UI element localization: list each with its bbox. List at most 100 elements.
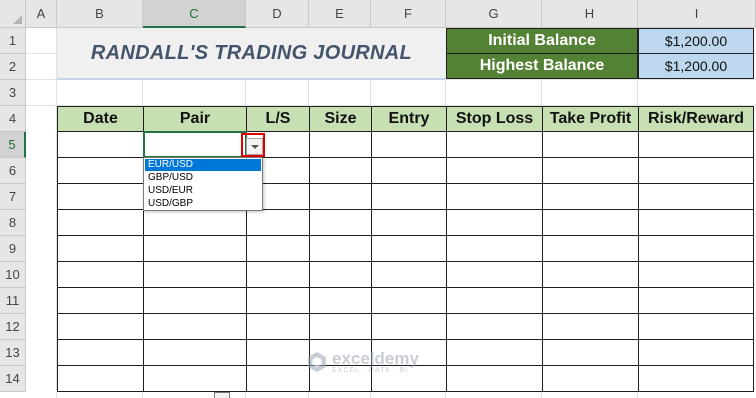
header-risk-reward[interactable]: Risk/Reward bbox=[638, 106, 754, 132]
header-stop-loss[interactable]: Stop Loss bbox=[446, 106, 543, 132]
cell-size[interactable] bbox=[309, 131, 372, 158]
cell-date[interactable] bbox=[57, 209, 144, 236]
row-header-11[interactable]: 11 bbox=[0, 288, 26, 314]
cell-pair[interactable] bbox=[143, 313, 247, 340]
initial-balance-value[interactable]: $1,200.00 bbox=[638, 28, 754, 54]
row-header-3[interactable]: 3 bbox=[0, 80, 26, 106]
cell-long-short[interactable] bbox=[246, 287, 310, 314]
cell-date[interactable] bbox=[57, 157, 144, 184]
cell-stop-loss[interactable] bbox=[446, 183, 543, 210]
row-header-9[interactable]: 9 bbox=[0, 236, 26, 262]
cell-stop-loss[interactable] bbox=[446, 365, 543, 392]
cell-long-short[interactable] bbox=[246, 235, 310, 262]
cell-date[interactable] bbox=[57, 183, 144, 210]
cell-entry[interactable] bbox=[371, 131, 447, 158]
row-header-4[interactable]: 4 bbox=[0, 106, 26, 132]
column-header-a[interactable]: A bbox=[26, 0, 57, 28]
cell-entry[interactable] bbox=[371, 235, 447, 262]
cell-take-profit[interactable] bbox=[542, 157, 639, 184]
cell-date[interactable] bbox=[57, 287, 144, 314]
cell-long-short[interactable] bbox=[246, 261, 310, 288]
cell-size[interactable] bbox=[309, 287, 372, 314]
cell-long-short[interactable] bbox=[246, 339, 310, 366]
header-long-short[interactable]: L/S bbox=[246, 106, 310, 132]
cell-stop-loss[interactable] bbox=[446, 157, 543, 184]
column-header-f[interactable]: F bbox=[371, 0, 446, 28]
row-header-13[interactable]: 13 bbox=[0, 340, 26, 366]
cell-pair[interactable] bbox=[143, 365, 247, 392]
cell-risk-reward[interactable] bbox=[638, 157, 754, 184]
cell-risk-reward[interactable] bbox=[638, 339, 754, 366]
cell-size[interactable] bbox=[309, 183, 372, 210]
cell-date[interactable] bbox=[57, 339, 144, 366]
cell-take-profit[interactable] bbox=[542, 365, 639, 392]
cell-pair[interactable] bbox=[143, 209, 247, 236]
header-take-profit[interactable]: Take Profit bbox=[542, 106, 639, 132]
cell-risk-reward[interactable] bbox=[638, 365, 754, 392]
column-header-d[interactable]: D bbox=[246, 0, 309, 28]
cell-stop-loss[interactable] bbox=[446, 131, 543, 158]
cell-entry[interactable] bbox=[371, 183, 447, 210]
highest-balance-label[interactable]: Highest Balance bbox=[446, 53, 638, 79]
cell-risk-reward[interactable] bbox=[638, 287, 754, 314]
cell-stop-loss[interactable] bbox=[446, 339, 543, 366]
dropdown-option-usd-eur[interactable]: USD/EUR bbox=[145, 185, 261, 197]
cell-take-profit[interactable] bbox=[542, 261, 639, 288]
cell-risk-reward[interactable] bbox=[638, 209, 754, 236]
cell-long-short[interactable] bbox=[246, 313, 310, 340]
dropdown-option-gbp-usd[interactable]: GBP/USD bbox=[145, 172, 261, 184]
cell-size[interactable] bbox=[309, 313, 372, 340]
dropdown-option-eur-usd[interactable]: EUR/USD bbox=[145, 159, 261, 171]
row-header-12[interactable]: 12 bbox=[0, 314, 26, 340]
cell-pair[interactable] bbox=[143, 287, 247, 314]
column-header-h[interactable]: H bbox=[542, 0, 638, 28]
select-all-corner[interactable] bbox=[0, 0, 26, 28]
cell-take-profit[interactable] bbox=[542, 235, 639, 262]
cell-risk-reward[interactable] bbox=[638, 261, 754, 288]
row-header-7[interactable]: 7 bbox=[0, 184, 26, 210]
row-header-10[interactable]: 10 bbox=[0, 262, 26, 288]
cell-stop-loss[interactable] bbox=[446, 313, 543, 340]
column-header-c[interactable]: C bbox=[143, 0, 246, 28]
cell-risk-reward[interactable] bbox=[638, 183, 754, 210]
cell-size[interactable] bbox=[309, 209, 372, 236]
column-header-g[interactable]: G bbox=[446, 0, 542, 28]
row-header-1[interactable]: 1 bbox=[0, 28, 26, 54]
column-header-b[interactable]: B bbox=[57, 0, 143, 28]
cell-take-profit[interactable] bbox=[542, 313, 639, 340]
cell-take-profit[interactable] bbox=[542, 131, 639, 158]
cell-entry[interactable] bbox=[371, 209, 447, 236]
cell-risk-reward[interactable] bbox=[638, 235, 754, 262]
cell-date[interactable] bbox=[57, 131, 144, 158]
cell-date[interactable] bbox=[57, 235, 144, 262]
cell-date[interactable] bbox=[57, 261, 144, 288]
cell-date[interactable] bbox=[57, 313, 144, 340]
cell-stop-loss[interactable] bbox=[446, 287, 543, 314]
paste-options-icon[interactable] bbox=[214, 392, 230, 398]
cell-take-profit[interactable] bbox=[542, 339, 639, 366]
journal-title[interactable]: RANDALL'S TRADING JOURNAL bbox=[57, 28, 446, 80]
cell-risk-reward[interactable] bbox=[638, 131, 754, 158]
header-size[interactable]: Size bbox=[309, 106, 372, 132]
cell-size[interactable] bbox=[309, 157, 372, 184]
cell-stop-loss[interactable] bbox=[446, 235, 543, 262]
column-header-i[interactable]: I bbox=[638, 0, 756, 28]
cell-long-short[interactable] bbox=[246, 365, 310, 392]
row-header-5[interactable]: 5 bbox=[0, 132, 26, 158]
header-entry[interactable]: Entry bbox=[371, 106, 447, 132]
dropdown-option-usd-gbp[interactable]: USD/GBP bbox=[145, 198, 261, 210]
cell-risk-reward[interactable] bbox=[638, 313, 754, 340]
header-date[interactable]: Date bbox=[57, 106, 144, 132]
row-header-8[interactable]: 8 bbox=[0, 210, 26, 236]
cell-take-profit[interactable] bbox=[542, 287, 639, 314]
cell-take-profit[interactable] bbox=[542, 209, 639, 236]
cell-size[interactable] bbox=[309, 261, 372, 288]
cell-date[interactable] bbox=[57, 365, 144, 392]
cell-stop-loss[interactable] bbox=[446, 209, 543, 236]
cell-pair[interactable] bbox=[143, 235, 247, 262]
cell-pair[interactable] bbox=[143, 339, 247, 366]
column-header-e[interactable]: E bbox=[309, 0, 371, 28]
cell-pair[interactable] bbox=[143, 261, 247, 288]
cell-entry[interactable] bbox=[371, 313, 447, 340]
cell-entry[interactable] bbox=[371, 287, 447, 314]
